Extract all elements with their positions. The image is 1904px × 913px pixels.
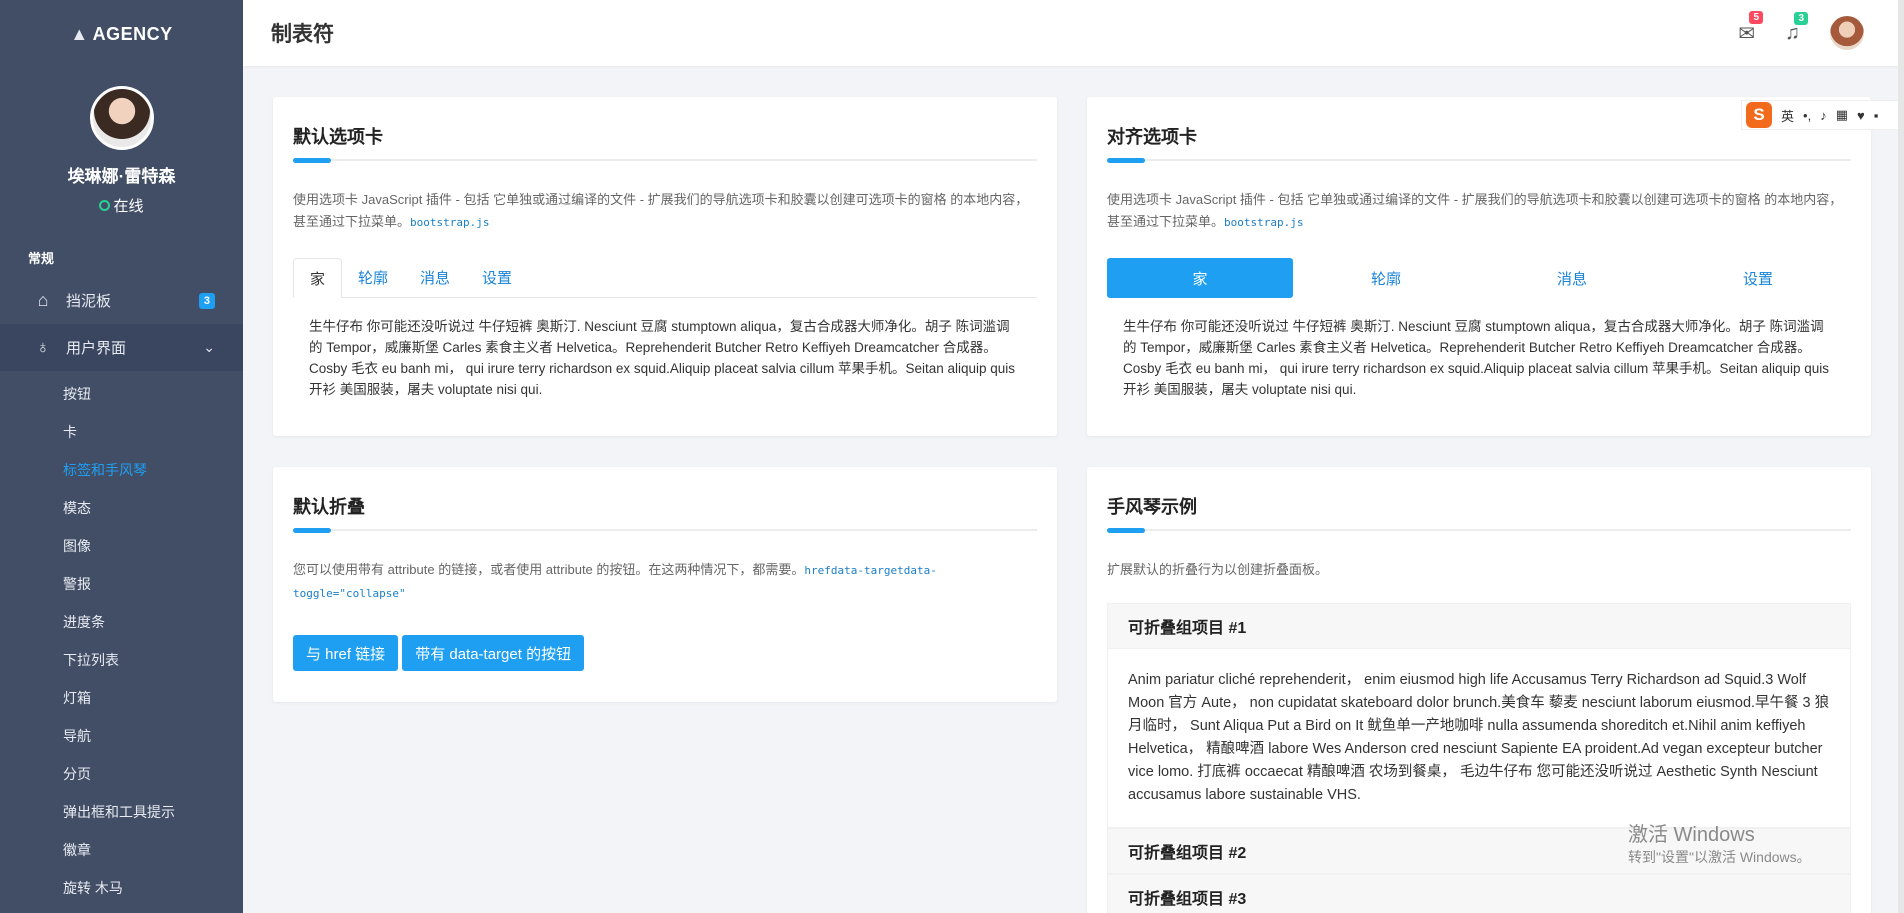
default-tabs-card: 默认选项卡 使用选项卡 JavaScript 插件 - 包括 它单独或通过编译的… <box>273 97 1057 436</box>
submenu-item[interactable]: 弹出框和工具提示 <box>0 793 243 831</box>
submenu-item[interactable]: 灯箱 <box>0 679 243 717</box>
submenu-item-active[interactable]: 标签和手风琴 <box>0 451 243 489</box>
sidebar-item-dashboard[interactable]: ⌂ 挡泥板 3 <box>0 277 243 324</box>
card-title-underline <box>1107 528 1851 533</box>
brand-name: AGENCY <box>92 23 173 44</box>
justified-tabs-card: 对齐选项卡 使用选项卡 JavaScript 插件 - 包括 它单独或通过编译的… <box>1087 97 1871 436</box>
topbar-actions: ✉ 5 ♫ 3 <box>1738 0 1904 66</box>
submenu-item[interactable]: 图像 <box>0 527 243 565</box>
accordion-item-header[interactable]: 可折叠组项目 #1 <box>1107 603 1851 649</box>
watermark-title: 激活 Windows <box>1628 824 1755 846</box>
data-target-button[interactable]: 带有 data-target 的按钮 <box>402 635 585 671</box>
tab-home[interactable]: 家 <box>293 258 343 298</box>
sidebar-item-label: 用户界面 <box>66 340 127 357</box>
card-title: 默认折叠 <box>293 497 365 517</box>
sidebar-item-ui[interactable]: ♁ 用户界面 ⌄ <box>0 324 243 371</box>
tab-settings[interactable]: 设置 <box>1665 258 1851 298</box>
ime-toolbar: S 英 •, ♪ ▦ ♥ ▪ <box>1741 100 1904 130</box>
bell-icon[interactable]: ♫ 3 <box>1785 11 1808 45</box>
mail-count-badge: 5 <box>1749 10 1763 24</box>
status-text: 在线 <box>113 198 144 215</box>
sidebar-item-label: 挡泥板 <box>66 293 112 310</box>
chevron-down-icon: ⌄ <box>203 339 215 355</box>
agency-logo-icon: ▲ <box>70 23 89 44</box>
count-badge: 3 <box>198 292 215 309</box>
user-profile: 埃琳娜·雷特森 在线 <box>0 68 243 216</box>
tab-content: 生牛仔布 你可能还没听说过 牛仔短裤 奥斯汀. Nesciunt 豆腐 stum… <box>1123 319 1830 397</box>
skin-icon[interactable]: ♥ <box>1857 108 1865 123</box>
submenu-item[interactable]: 进度条 <box>0 603 243 641</box>
submenu-item[interactable]: 模态 <box>0 489 243 527</box>
card-title-underline <box>293 528 1037 533</box>
tab-profile[interactable]: 轮廓 <box>342 258 404 297</box>
card-title: 对齐选项卡 <box>1107 127 1197 147</box>
code-snippet: bootstrap.js <box>410 216 490 229</box>
accordion-item-body: Anim pariatur cliché reprehenderit， enim… <box>1107 649 1851 828</box>
card-description: 使用选项卡 JavaScript 插件 - 包括 它单独或通过编译的文件 - 扩… <box>1107 189 1851 234</box>
card-title-underline <box>293 158 1037 163</box>
tab-content: 生牛仔布 你可能还没听说过 牛仔短裤 奥斯汀. Nesciunt 豆腐 stum… <box>309 319 1016 397</box>
submenu-item[interactable]: 分页 <box>0 755 243 793</box>
mail-icon[interactable]: ✉ 5 <box>1738 10 1763 46</box>
code-snippet: bootstrap.js <box>1224 216 1304 229</box>
submenu-item[interactable]: 导航 <box>0 717 243 755</box>
sidebar: ▲ AGENCY 埃琳娜·雷特森 在线 常规 ⌂ 挡泥板 3 ♁ 用户界面 ⌄ … <box>0 0 243 913</box>
card-title: 默认选项卡 <box>293 127 383 147</box>
topbar: 制表符 ✉ 5 ♫ 3 <box>243 0 1904 66</box>
page-title: 制表符 <box>271 23 334 46</box>
description-text: 使用选项卡 JavaScript 插件 - 包括 它单独或通过编译的文件 - 扩… <box>1107 192 1843 229</box>
grid-icon[interactable]: ▪ <box>1874 108 1879 123</box>
scrollbar[interactable] <box>1898 0 1904 913</box>
tab-messages[interactable]: 消息 <box>404 258 466 297</box>
tab-profile[interactable]: 轮廓 <box>1293 258 1479 298</box>
card-title-underline <box>1107 158 1851 163</box>
pill-bar: 家 轮廓 消息 设置 <box>1107 258 1851 298</box>
submenu-item[interactable]: 下拉列表 <box>0 641 243 679</box>
home-icon: ⌂ <box>37 290 49 310</box>
online-dot-icon <box>99 200 111 211</box>
avatar[interactable] <box>1830 16 1864 50</box>
avatar[interactable] <box>89 86 154 150</box>
microphone-icon[interactable]: ♪ <box>1820 108 1827 123</box>
button-row: 与 href 链接 带有 data-target 的按钮 <box>293 635 1037 671</box>
description-text: 您可以使用带有 attribute 的链接，或者使用 attribute 的按钮… <box>293 562 805 577</box>
accordion-item-header[interactable]: 可折叠组项目 #3 <box>1107 874 1851 913</box>
card-description: 您可以使用带有 attribute 的链接，或者使用 attribute 的按钮… <box>293 559 1037 605</box>
submenu-item[interactable]: 卡 <box>0 413 243 451</box>
tab-bar: 家 轮廓 消息 设置 <box>293 258 1037 298</box>
card-title: 手风琴示例 <box>1107 497 1197 517</box>
submenu-item[interactable]: 旋转 木马 <box>0 869 243 907</box>
brand[interactable]: ▲ AGENCY <box>0 0 243 68</box>
sogou-logo-icon[interactable]: S <box>1746 102 1772 128</box>
card-description: 扩展默认的折叠行为以创建折叠面板。 <box>1107 562 1329 577</box>
href-link-button[interactable]: 与 href 链接 <box>293 635 399 671</box>
ime-punctuation-toggle[interactable]: •, <box>1803 108 1811 123</box>
user-status: 在线 <box>0 195 243 216</box>
nav-section-label: 常规 <box>28 251 55 266</box>
tab-messages[interactable]: 消息 <box>1479 258 1665 298</box>
ime-language-toggle[interactable]: 英 <box>1781 106 1794 125</box>
submenu-item[interactable]: 按钮 <box>0 375 243 413</box>
tab-home[interactable]: 家 <box>1107 258 1293 298</box>
keyboard-icon[interactable]: ▦ <box>1836 107 1848 123</box>
default-collapse-card: 默认折叠 您可以使用带有 attribute 的链接，或者使用 attribut… <box>273 467 1057 702</box>
description-text: 使用选项卡 JavaScript 插件 - 包括 它单独或通过编译的文件 - 扩… <box>293 192 1029 229</box>
watermark-subtitle: 转到"设置"以激活 Windows。 <box>1628 849 1811 865</box>
submenu-item[interactable]: 徽章 <box>0 831 243 869</box>
tab-settings[interactable]: 设置 <box>466 258 528 297</box>
submenu-item[interactable]: 警报 <box>0 565 243 603</box>
windows-activation-watermark: 激活 Windows 转到"设置"以激活 Windows。 <box>1628 824 1811 868</box>
notification-count-badge: 3 <box>1794 11 1808 25</box>
lightbulb-icon: ♁ <box>36 337 50 357</box>
user-name: 埃琳娜·雷特森 <box>67 167 176 186</box>
card-description: 使用选项卡 JavaScript 插件 - 包括 它单独或通过编译的文件 - 扩… <box>293 189 1037 234</box>
submenu: 按钮 卡 标签和手风琴 模态 图像 警报 进度条 下拉列表 灯箱 导航 分页 弹… <box>0 371 243 907</box>
